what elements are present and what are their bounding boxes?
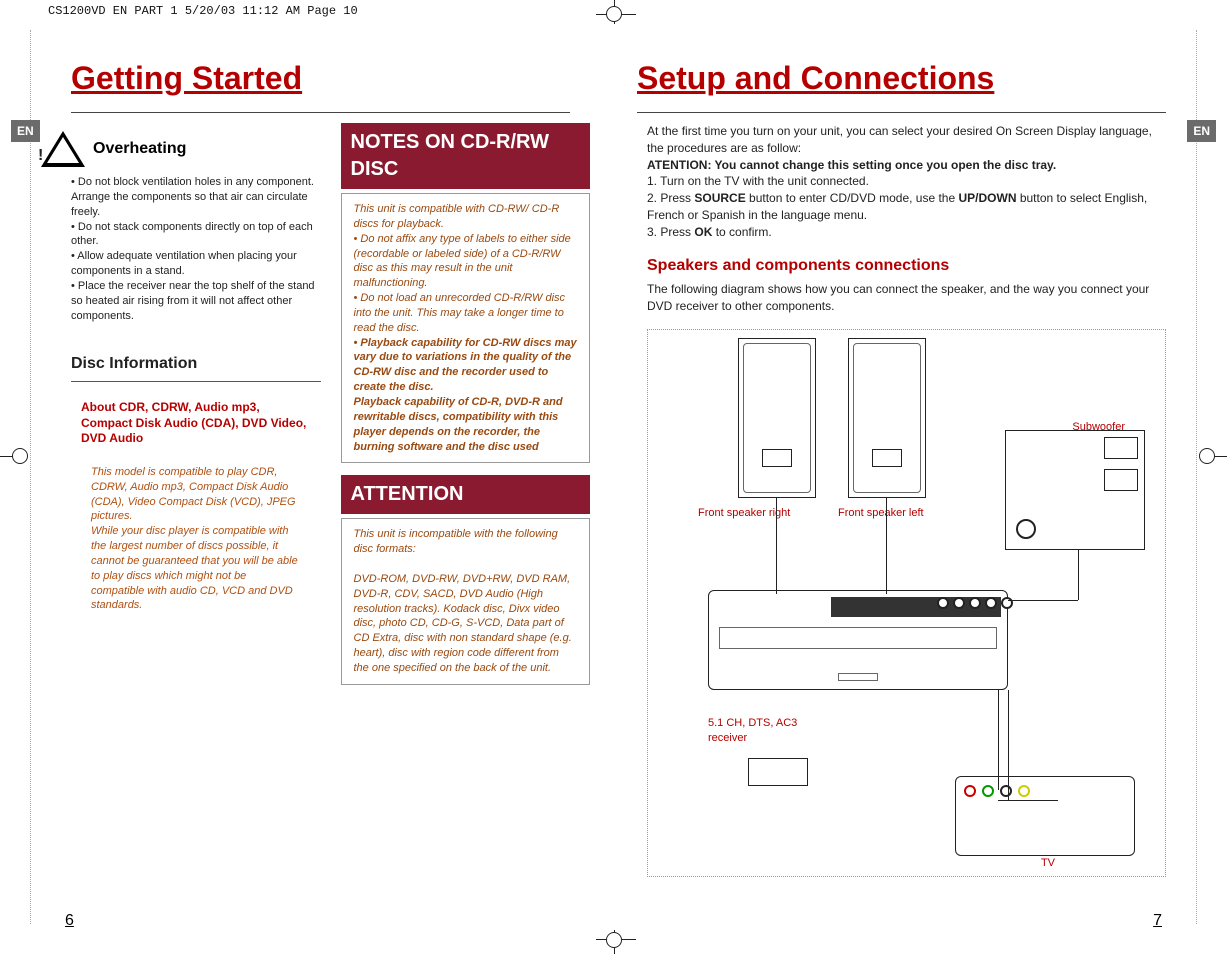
attention-heading: ATTENTION [341, 475, 591, 514]
title-rule [637, 112, 1166, 113]
step-1: 1. Turn on the TV with the unit connecte… [647, 173, 1166, 190]
warning-icon [41, 131, 85, 167]
page-title-left: Getting Started [71, 60, 610, 97]
about-box: About CDR, CDRW, Audio mp3, Compact Disk… [71, 392, 321, 455]
overheating-heading: Overheating [93, 138, 186, 160]
crop-circle [12, 448, 28, 464]
lang-tab: EN [1187, 120, 1216, 142]
notes-body-2: • Playback capability for CD-RW discs ma… [354, 337, 577, 453]
label-subwoofer: Subwoofer [1072, 420, 1125, 435]
step2b: button to enter CD/DVD mode, use the [746, 191, 959, 205]
about-body: This model is compatible to play CDR, CD… [71, 455, 321, 623]
ok-label: OK [694, 225, 712, 239]
right-page: EN Setup and Connections At the first ti… [617, 30, 1197, 924]
page-title-right: Setup and Connections [637, 60, 1196, 97]
label-receiver: 5.1 CH, DTS, AC3 receiver [708, 716, 808, 747]
page-number-right: 7 [1153, 912, 1162, 930]
step3a: 3. Press [647, 225, 694, 239]
overheating-body: • Do not block ventilation holes in any … [71, 175, 321, 323]
step-2: 2. Press SOURCE button to enter CD/DVD m… [647, 190, 1166, 224]
rule [71, 381, 321, 382]
tv [955, 776, 1135, 856]
print-header: CS1200VD EN PART 1 5/20/03 11:12 AM Page… [48, 4, 358, 18]
label-speaker-left: Front speaker left [838, 506, 924, 521]
front-speaker-right [738, 338, 816, 498]
warning-bang: ! [38, 145, 43, 167]
notes-heading: NOTES ON CD-R/RW DISC [341, 123, 591, 189]
label-tv: TV [1041, 856, 1055, 871]
crop-circle [606, 6, 622, 22]
title-rule [71, 112, 570, 113]
step3b: to confirm. [712, 225, 771, 239]
notes-body-1: This unit is compatible with CD-RW/ CD-R… [354, 203, 571, 334]
updown-label: UP/DOWN [958, 191, 1016, 205]
crop-circle [1199, 448, 1215, 464]
right-body: At the first time you turn on your unit,… [617, 123, 1196, 877]
step2a: 2. Press [647, 191, 694, 205]
intro-line: At the first time you turn on your unit,… [647, 123, 1166, 157]
speakers-heading: Speakers and components connections [647, 255, 1166, 277]
speakers-body: The following diagram shows how you can … [647, 281, 1166, 315]
front-speaker-left [848, 338, 926, 498]
right-column: NOTES ON CD-R/RW DISC This unit is compa… [341, 123, 591, 685]
page-number-left: 6 [65, 912, 74, 930]
source-label: SOURCE [694, 191, 745, 205]
disc-info-heading: Disc Information [71, 353, 321, 375]
coax-box [748, 758, 808, 786]
notes-box: This unit is compatible with CD-RW/ CD-R… [341, 193, 591, 463]
step-3: 3. Press OK to confirm. [647, 224, 1166, 241]
left-column: ! Overheating • Do not block ventilation… [71, 123, 321, 685]
subwoofer [1005, 430, 1145, 550]
intro-bold: ATENTION: You cannot change this setting… [647, 157, 1166, 174]
lang-tab: EN [11, 120, 40, 142]
connection-diagram: Front speaker right Front speaker left S… [647, 329, 1166, 877]
attention-box: This unit is incompatible with the follo… [341, 518, 591, 684]
left-page: EN Getting Started ! Overheating • Do no… [30, 30, 610, 924]
crop-circle [606, 932, 622, 948]
receiver [708, 590, 1008, 690]
